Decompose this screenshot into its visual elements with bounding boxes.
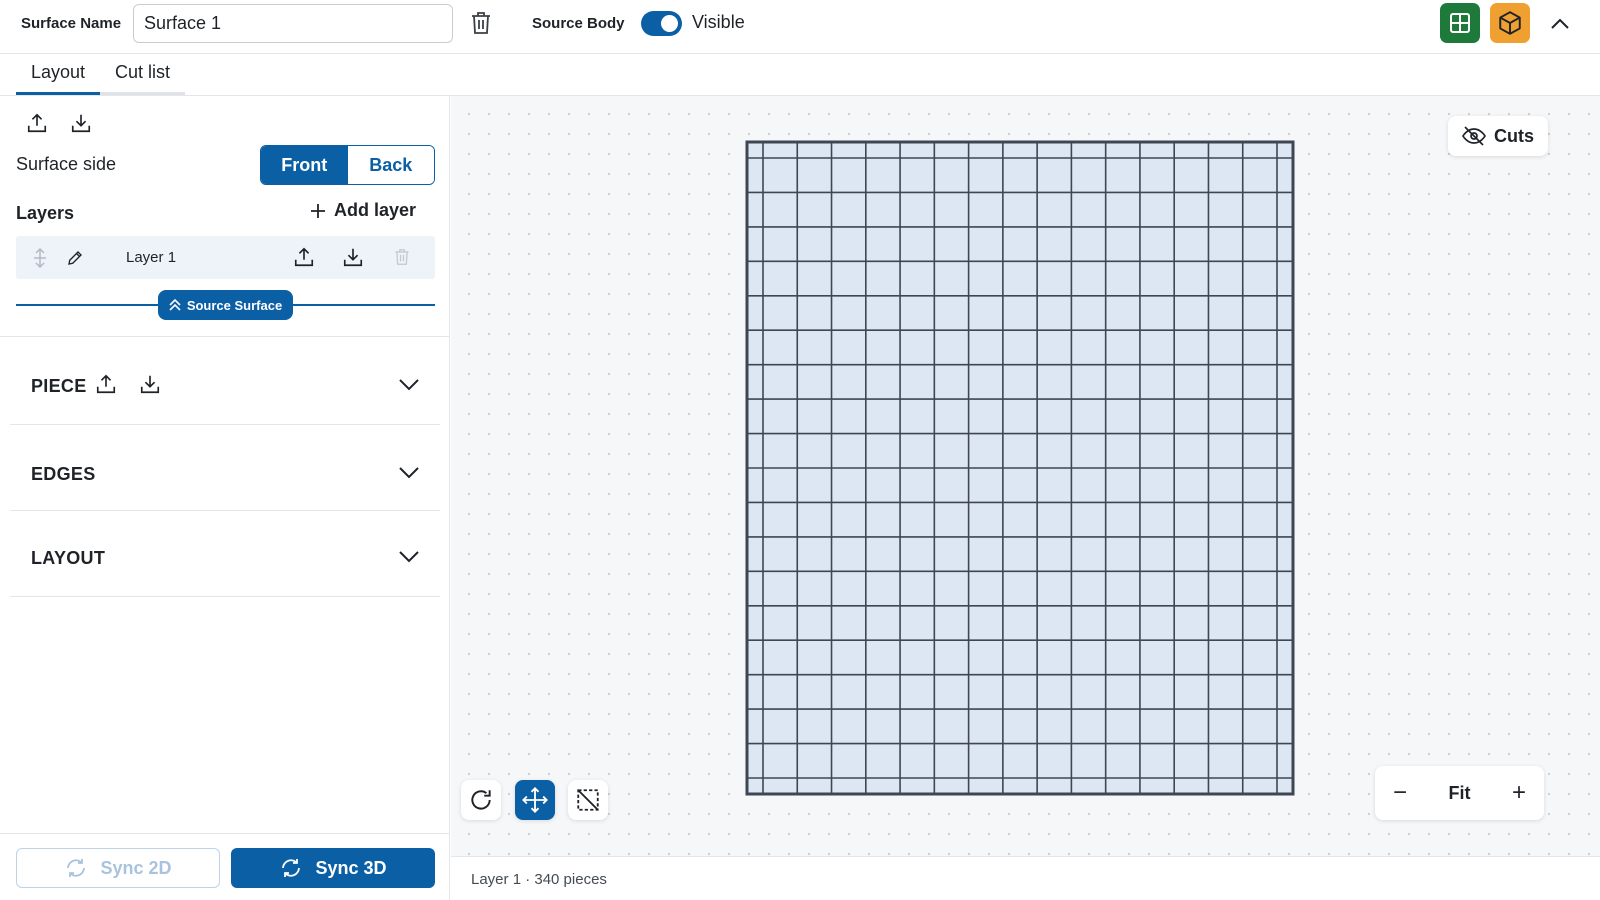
3d-view-button[interactable]: [1490, 3, 1530, 43]
status-bar: Layer 1 · 340 pieces: [451, 856, 1600, 900]
sync-2d-button[interactable]: Sync 2D: [16, 848, 220, 888]
import-piece-button[interactable]: [138, 372, 162, 396]
selection-off-icon: [577, 789, 599, 811]
section-piece[interactable]: PIECE: [10, 346, 440, 426]
layout-canvas[interactable]: Cuts − Fit +: [451, 96, 1600, 856]
footer-divider: [0, 833, 450, 834]
export-layer-button[interactable]: [292, 245, 316, 269]
sync-3d-button[interactable]: Sync 3D: [231, 848, 435, 888]
layer-row[interactable]: Layer 1: [16, 236, 435, 279]
sync-2d-label: Sync 2D: [100, 857, 172, 878]
grid-view-icon: [1450, 13, 1470, 33]
trash-icon: [395, 249, 409, 265]
plus-icon: [311, 203, 325, 218]
export-piece-button[interactable]: [94, 372, 118, 396]
2d-view-button[interactable]: [1440, 3, 1480, 43]
download-icon: [71, 114, 91, 133]
chevron-down-icon: [399, 551, 419, 563]
section-title: EDGES: [31, 464, 96, 484]
section-layout[interactable]: LAYOUT: [10, 516, 440, 596]
sync-icon: [67, 859, 86, 877]
surface-name-input[interactable]: [133, 4, 453, 43]
drag-handle-icon: [34, 248, 46, 268]
section-title: LAYOUT: [31, 548, 106, 568]
section-edges[interactable]: EDGES: [10, 434, 440, 514]
side-front-button[interactable]: Front: [261, 146, 348, 184]
chevron-down-icon: [399, 379, 419, 391]
surface-side-label: Surface side: [16, 154, 117, 174]
surface-side-selector: Front Back: [260, 145, 435, 185]
trash-icon: [472, 12, 490, 34]
export-surface-button[interactable]: [24, 110, 50, 136]
layer-name: Layer 1: [126, 249, 177, 266]
left-panel: Surface side Front Back Layers Add layer…: [0, 96, 450, 900]
visibility-toggle[interactable]: [641, 11, 682, 36]
double-chevron-up-icon: [169, 299, 181, 311]
delete-surface-button[interactable]: [466, 8, 496, 38]
tile-layout-grid[interactable]: [745, 140, 1295, 796]
deselect-tool-button[interactable]: [568, 780, 608, 820]
tab-layout[interactable]: Layout: [16, 54, 101, 95]
top-toolbar: Surface Name Source Body Visible: [0, 0, 1600, 54]
move-arrows-icon: [522, 787, 548, 813]
eye-off-icon: [1462, 126, 1486, 146]
cuts-label: Cuts: [1494, 125, 1534, 146]
delete-layer-button[interactable]: [391, 246, 413, 268]
section-divider: [0, 336, 450, 337]
visibility-label: Visible: [692, 12, 745, 32]
rename-layer-button[interactable]: [64, 247, 86, 269]
rotate-icon: [471, 790, 491, 810]
section-divider: [10, 424, 440, 425]
download-icon: [140, 375, 160, 394]
source-body-label: Source Body: [532, 15, 625, 32]
toggle-knob: [661, 15, 678, 32]
source-surface-button[interactable]: Source Surface: [158, 290, 293, 320]
toggle-cuts-button[interactable]: Cuts: [1448, 116, 1548, 156]
rotate-tool-button[interactable]: [461, 780, 501, 820]
pencil-icon: [68, 251, 82, 265]
zoom-in-button[interactable]: +: [1512, 781, 1526, 805]
section-divider: [10, 510, 440, 511]
chevron-down-icon: [399, 467, 419, 479]
upload-icon: [294, 247, 314, 267]
panel-tabs: Layout Cut list: [16, 54, 186, 95]
zoom-controls: − Fit +: [1375, 766, 1544, 820]
source-surface-label: Source Surface: [186, 297, 283, 313]
sync-3d-label: Sync 3D: [315, 857, 387, 878]
move-tool-button[interactable]: [515, 780, 555, 820]
upload-icon: [27, 113, 47, 133]
chevron-up-icon: [1551, 18, 1569, 29]
surface-name-label: Surface Name: [21, 15, 122, 32]
zoom-fit-button[interactable]: Fit: [1449, 783, 1471, 804]
sync-icon: [282, 859, 301, 877]
add-layer-label: Add layer: [334, 200, 417, 220]
import-surface-button[interactable]: [68, 110, 94, 136]
add-layer-button[interactable]: Add layer: [310, 200, 416, 221]
layer-drag-handle[interactable]: [30, 247, 50, 269]
section-divider: [10, 596, 440, 597]
section-title: PIECE: [31, 376, 87, 396]
download-icon: [343, 248, 363, 267]
tab-cut-list[interactable]: Cut list: [100, 54, 186, 95]
side-back-button[interactable]: Back: [347, 146, 434, 184]
import-layer-button[interactable]: [341, 245, 365, 269]
collapse-toolbar-button[interactable]: [1546, 10, 1574, 38]
upload-icon: [96, 374, 116, 394]
layers-heading: Layers: [16, 203, 75, 223]
status-text: Layer 1 · 340 pieces: [471, 871, 607, 888]
zoom-out-button[interactable]: −: [1393, 781, 1407, 805]
cube-icon: [1499, 11, 1521, 35]
